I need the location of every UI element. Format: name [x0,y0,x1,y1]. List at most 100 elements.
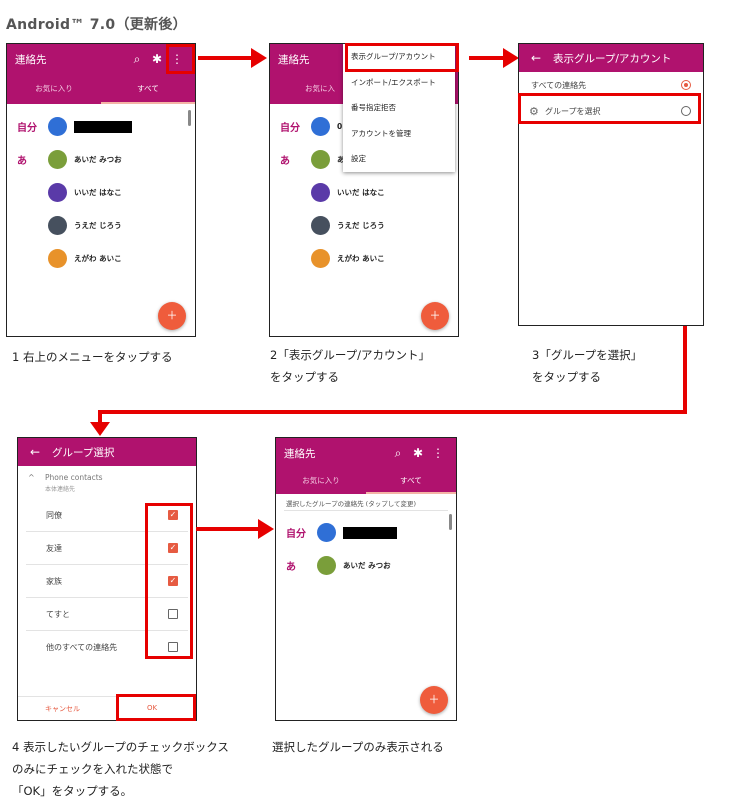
screen-filtered-contacts: 連絡先 ⌕ ✱ ⋮ お気に入り すべて 選択したグループの連絡先 (タップして変… [275,437,457,721]
screen-contacts-list: 連絡先 ⌕ ✱ ⋮ お気に入り すべて 自分 あ あいだ みつお いいだ はなこ… [6,43,196,337]
search-icon[interactable]: ⌕ [388,446,408,461]
highlight-box [116,694,196,721]
filter-note[interactable]: 選択したグループの連絡先 (タップして変更) [286,498,416,508]
app-bar: ← 表示グループ/アカウント [519,44,703,72]
arrow-right [469,56,505,60]
highlight-box [145,503,193,659]
arrowhead [251,48,267,68]
contact-name: いいだ はなこ [337,188,385,197]
more-vert-icon[interactable]: ⋮ [428,446,448,460]
caption-step2: 2「表示グループ/アカウント」 をタップする [270,348,430,384]
avatar [311,117,330,136]
arrowhead [258,519,274,539]
redacted-name [74,120,132,133]
tab-bar: お気に入り すべて [276,468,456,494]
add-contact-button[interactable]: ＋ [158,302,186,330]
connector-arrow [683,326,687,413]
back-arrow-icon[interactable]: ← [26,445,44,459]
contact-row[interactable]: いいだ はなこ [270,176,458,209]
arrowhead [90,422,110,436]
contact-name: うえだ じろう [74,221,122,230]
tab-all[interactable]: すべて [101,74,195,104]
screen-title: 表示グループ/アカウント [553,52,672,65]
add-contact-button[interactable]: ＋ [421,302,449,330]
contact-name: えがわ あいこ [74,254,122,263]
arrow-right [196,527,260,531]
caption-step3: 3「グループを選択」 をタップする [532,348,643,384]
group-label: 他のすべての連絡先 [46,642,118,652]
asterisk-icon[interactable]: ✱ [147,52,167,66]
contact-name: いいだ はなこ [74,188,122,197]
group-label: 家族 [46,576,62,586]
contact-row[interactable]: うえだ じろう [270,209,458,242]
menu-item-import-export[interactable]: インポート/エクスポート [343,70,455,96]
contact-row-self[interactable]: 自分 [7,110,195,143]
radio-selected[interactable] [681,80,691,90]
arrow-right [198,56,253,60]
caption-step4: 4 表示したいグループのチェックボックス のみにチェックを入れた状態で 「OK」… [12,740,229,798]
menu-item-block-numbers[interactable]: 番号指定拒否 [343,95,455,121]
screen-display-groups: ← 表示グループ/アカウント すべての連絡先 ⚙ グループを選択 [518,43,704,326]
page-title: Android™ 7.0（更新後） [6,17,187,33]
self-label: 自分 [280,123,300,134]
app-bar: ← グループ選択 [18,438,196,466]
avatar [311,183,330,202]
avatar [48,183,67,202]
divider [284,510,448,511]
menu-item-manage-accounts[interactable]: アカウントを管理 [343,121,455,147]
avatar [48,117,67,136]
screen-overflow-menu: 連絡先 お気に入 自分 0 あ あ いいだ はなこ うえだ じろう えがわ あい… [269,43,459,337]
section-letter: あ [280,156,290,167]
tab-bar: お気に入り すべて [7,74,195,104]
connector-arrow [98,410,687,414]
avatar [311,216,330,235]
group-label: てすと [46,609,70,619]
menu-item-settings[interactable]: 設定 [343,146,455,172]
contact-name: あいだ みつお [343,561,391,570]
tab-all[interactable]: すべて [366,468,456,494]
avatar [48,249,67,268]
highlight-box [518,93,701,124]
app-bar: 連絡先 ⌕ ✱ ⋮ [276,438,456,468]
section-letter: あ [17,156,27,167]
cancel-button[interactable]: キャンセル [45,704,80,714]
asterisk-icon[interactable]: ✱ [408,446,428,460]
tab-favorites[interactable]: お気に入り [7,74,101,104]
highlight-box [345,43,459,72]
back-arrow-icon[interactable]: ← [527,51,545,65]
contact-row[interactable]: うえだ じろう [7,209,195,242]
app-title: 連絡先 [284,447,316,460]
search-icon[interactable]: ⌕ [127,52,147,67]
section-subtitle: 本体連絡先 [45,486,76,493]
caption-step5: 選択したグループのみ表示される [272,740,444,754]
contact-row[interactable]: えがわ あいこ [270,242,458,275]
avatar [311,150,330,169]
contact-name: 0 [337,122,343,131]
tab-favorites[interactable]: お気に入り [276,468,366,494]
add-contact-button[interactable]: ＋ [420,686,448,714]
contact-name: うえだ じろう [337,221,385,230]
avatar [311,249,330,268]
avatar [48,216,67,235]
app-title: 連絡先 [15,53,47,66]
arrowhead [503,48,519,68]
avatar [317,556,336,575]
contact-row-self[interactable]: 自分 [276,516,456,549]
contact-row[interactable]: いいだ はなこ [7,176,195,209]
self-label: 自分 [17,123,37,134]
group-label: 同僚 [46,510,62,520]
contact-row[interactable]: えがわ あいこ [7,242,195,275]
section-letter: あ [286,562,296,573]
self-label: 自分 [286,529,306,540]
avatar [317,523,336,542]
contact-row[interactable]: あ あいだ みつお [7,143,195,176]
highlight-box [166,44,195,74]
collapse-icon[interactable]: ^ [28,473,35,482]
contact-name: あいだ みつお [74,155,122,164]
avatar [48,150,67,169]
redacted-name [343,526,397,539]
screen-title: グループ選択 [52,446,115,459]
section-title: Phone contacts [45,473,103,482]
contact-row[interactable]: あ あいだ みつお [276,549,456,582]
group-label: 友達 [46,543,62,553]
